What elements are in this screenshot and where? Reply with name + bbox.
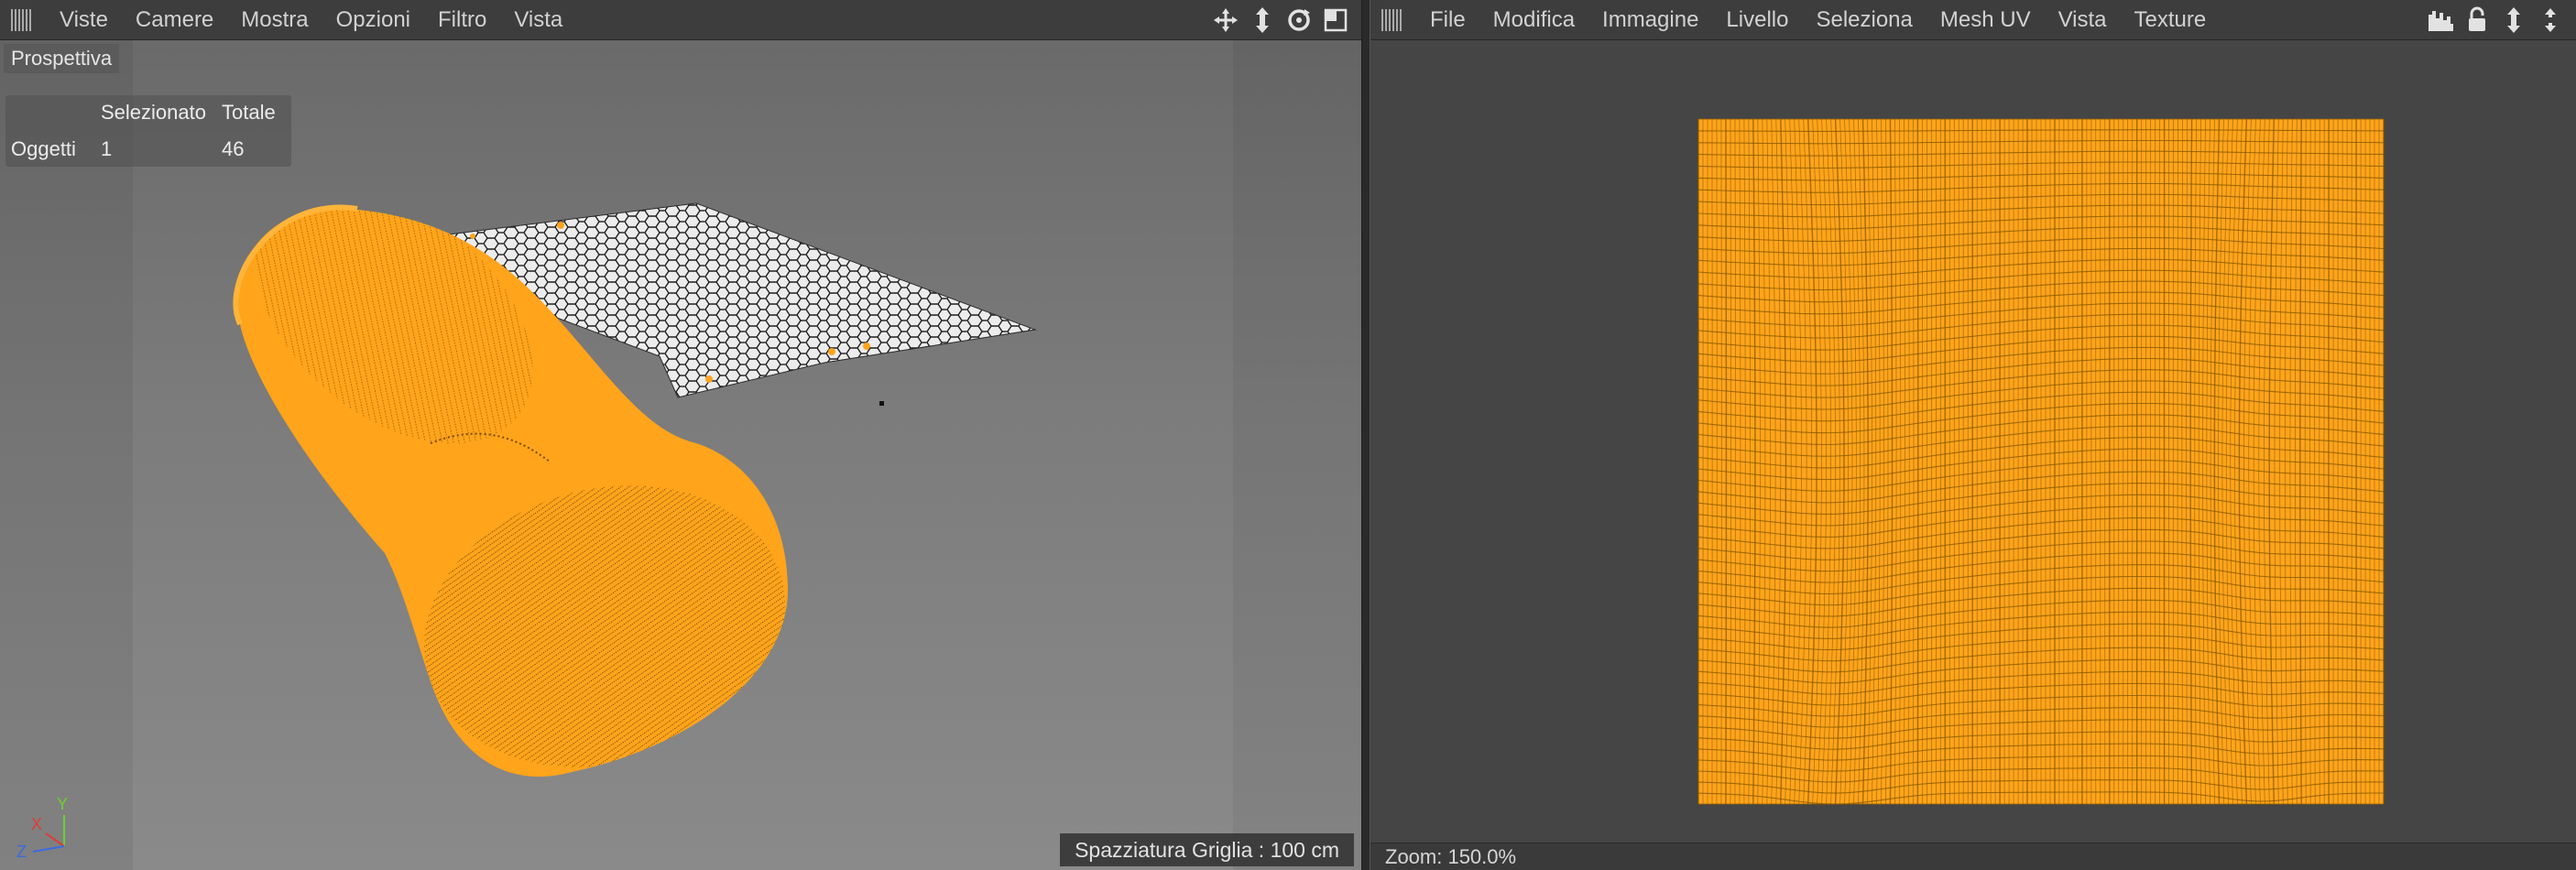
selection-info-hud: Selezionato Totale Oggetti 1 46	[5, 95, 291, 167]
uv-nav-icons	[2426, 5, 2565, 35]
axis-z-label: Z	[16, 843, 27, 861]
menu-mesh-uv[interactable]: Mesh UV	[1927, 0, 2045, 40]
menu-vista[interactable]: Vista	[500, 0, 576, 40]
menu-immagine[interactable]: Immagine	[1588, 0, 1712, 40]
viewport-nav-icons	[1211, 5, 1350, 35]
menu-mostra[interactable]: Mostra	[227, 0, 322, 40]
viewport-panel: Viste Camere Mostra Opzioni Filtro Vista	[0, 0, 1361, 870]
hud-header-total: Totale	[222, 101, 276, 124]
axis-x-label: X	[31, 815, 42, 833]
uv-status-bar: Zoom: 150.0%	[1370, 843, 2576, 870]
menu-texture[interactable]: Texture	[2121, 0, 2221, 40]
zoom-level-label: Zoom: 150.0%	[1385, 845, 1517, 868]
3d-viewport[interactable]: Y X Z Prospettiva Selezionato Totale Ogg…	[0, 40, 1361, 870]
hud-row-label: Oggetti	[11, 137, 76, 160]
viewport-menubar: Viste Camere Mostra Opzioni Filtro Vista	[0, 0, 1361, 40]
hud-header-selected: Selezionato	[101, 101, 206, 124]
menu-livello[interactable]: Livello	[1712, 0, 1802, 40]
hud-selected-count: 1	[101, 137, 113, 160]
menu-vista[interactable]: Vista	[2045, 0, 2121, 40]
uv-mesh-canvas[interactable]	[1370, 40, 2576, 815]
rotate-view-icon[interactable]	[1284, 5, 1314, 35]
pan-view-icon[interactable]	[2499, 5, 2528, 35]
panel-grip-icon[interactable]	[1381, 8, 1403, 31]
panel-grip-icon[interactable]	[11, 8, 33, 31]
object-handle-dot[interactable]	[879, 401, 884, 406]
zoom-view-icon[interactable]	[2536, 5, 2565, 35]
panel-divider[interactable]	[1361, 0, 1370, 870]
uv-canvas-area[interactable]: Zoom: 150.0%	[1370, 40, 2576, 870]
menu-opzioni[interactable]: Opzioni	[322, 0, 424, 40]
histogram-icon[interactable]	[2426, 5, 2455, 35]
move-view-icon[interactable]	[1211, 5, 1240, 35]
axis-y-label: Y	[57, 795, 68, 813]
uv-menubar: File Modifica Immagine Livello Seleziona…	[1370, 0, 2576, 40]
menu-seleziona[interactable]: Seleziona	[1802, 0, 1926, 40]
menu-filtro[interactable]: Filtro	[424, 0, 500, 40]
uv-edge-vertical	[1725, 118, 1728, 805]
hud-total-count: 46	[222, 137, 245, 160]
grid-spacing-status: Spazziatura Griglia : 100 cm	[1060, 833, 1354, 866]
menu-modifica[interactable]: Modifica	[1479, 0, 1588, 40]
menu-file[interactable]: File	[1416, 0, 1479, 40]
menu-camere[interactable]: Camere	[122, 0, 227, 40]
menu-viste[interactable]: Viste	[46, 0, 122, 40]
pan-view-icon[interactable]	[1248, 5, 1277, 35]
maximize-view-icon[interactable]	[1321, 5, 1350, 35]
lock-icon[interactable]	[2462, 5, 2492, 35]
uv-editor-panel: File Modifica Immagine Livello Seleziona…	[1370, 0, 2576, 870]
view-mode-label[interactable]: Prospettiva	[4, 44, 120, 73]
